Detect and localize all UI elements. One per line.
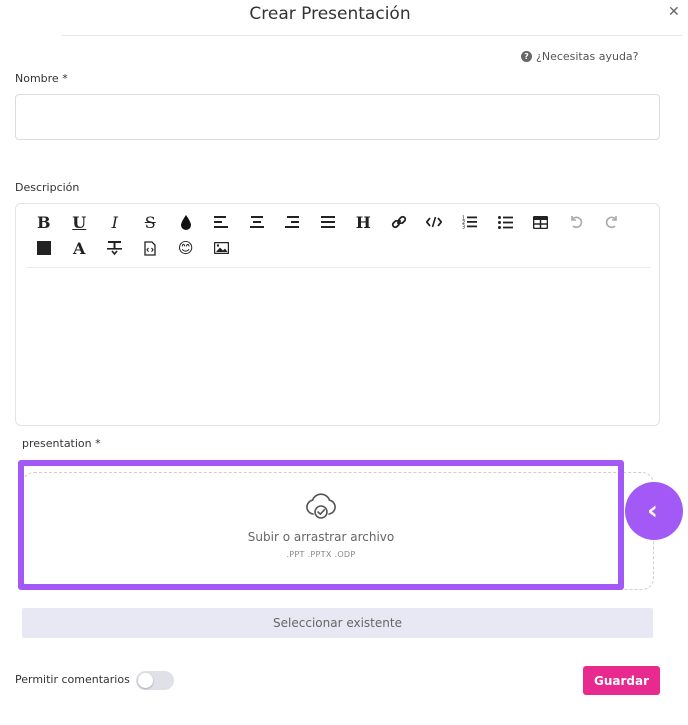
heading-icon[interactable]: H — [346, 211, 382, 233]
save-button[interactable]: Guardar — [583, 666, 660, 695]
select-existing-button[interactable]: Seleccionar existente — [22, 608, 653, 638]
bullet-list-icon[interactable] — [488, 211, 524, 233]
name-input[interactable] — [15, 94, 660, 140]
align-justify-icon[interactable] — [310, 211, 346, 233]
clear-format-icon[interactable] — [97, 237, 133, 259]
ordered-list-icon[interactable]: 123 — [452, 211, 488, 233]
file-code-icon[interactable] — [133, 237, 169, 259]
align-left-icon[interactable] — [204, 211, 240, 233]
bold-icon[interactable]: B — [26, 211, 62, 233]
editor-toolbar-row-1: B U I S H 123 — [26, 211, 630, 233]
text-color-icon[interactable] — [168, 211, 204, 233]
strikethrough-icon[interactable]: S — [133, 211, 169, 233]
align-right-icon[interactable] — [275, 211, 311, 233]
code-icon[interactable] — [417, 211, 453, 233]
cloud-check-icon — [304, 492, 338, 524]
table-icon[interactable] — [523, 211, 559, 233]
comments-toggle[interactable] — [136, 671, 174, 690]
italic-icon[interactable]: I — [97, 211, 133, 233]
font-icon[interactable]: A — [62, 237, 98, 259]
toggle-knob — [138, 673, 153, 688]
link-icon[interactable] — [381, 211, 417, 233]
align-center-icon[interactable] — [239, 211, 275, 233]
svg-text:3: 3 — [462, 225, 465, 230]
editor-toolbar-row-2: A 😊 — [26, 237, 239, 259]
dialog-title: Crear Presentación — [249, 4, 411, 24]
collapse-button[interactable]: ‹ — [625, 482, 683, 540]
chevron-left-icon: ‹ — [647, 496, 658, 526]
presentation-label: presentation * — [22, 437, 101, 450]
dropzone-text: Subir o arrastrar archivo — [247, 529, 395, 544]
close-icon[interactable]: ✕ — [668, 4, 680, 20]
file-dropzone[interactable]: Subir o arrastrar archivo .PPT .PPTX .OD… — [24, 466, 618, 584]
header-divider — [62, 35, 682, 36]
comments-label: Permitir comentarios — [15, 673, 130, 686]
help-link[interactable]: ? ¿Necesitas ayuda? — [521, 50, 639, 63]
dropzone-formats: .PPT .PPTX .ODP — [286, 549, 356, 559]
description-label: Descripción — [15, 181, 80, 194]
undo-icon[interactable] — [559, 211, 595, 233]
help-label: ¿Necesitas ayuda? — [536, 50, 639, 63]
image-icon[interactable] — [204, 237, 240, 259]
redo-icon[interactable] — [594, 211, 630, 233]
emoji-icon[interactable]: 😊 — [168, 237, 204, 259]
help-icon: ? — [521, 51, 532, 62]
editor-divider — [26, 267, 651, 268]
underline-icon[interactable]: U — [62, 211, 98, 233]
name-label: Nombre * — [15, 72, 68, 85]
block-icon[interactable] — [26, 237, 62, 259]
description-editor[interactable]: B U I S H 123 A 😊 — [15, 203, 660, 426]
